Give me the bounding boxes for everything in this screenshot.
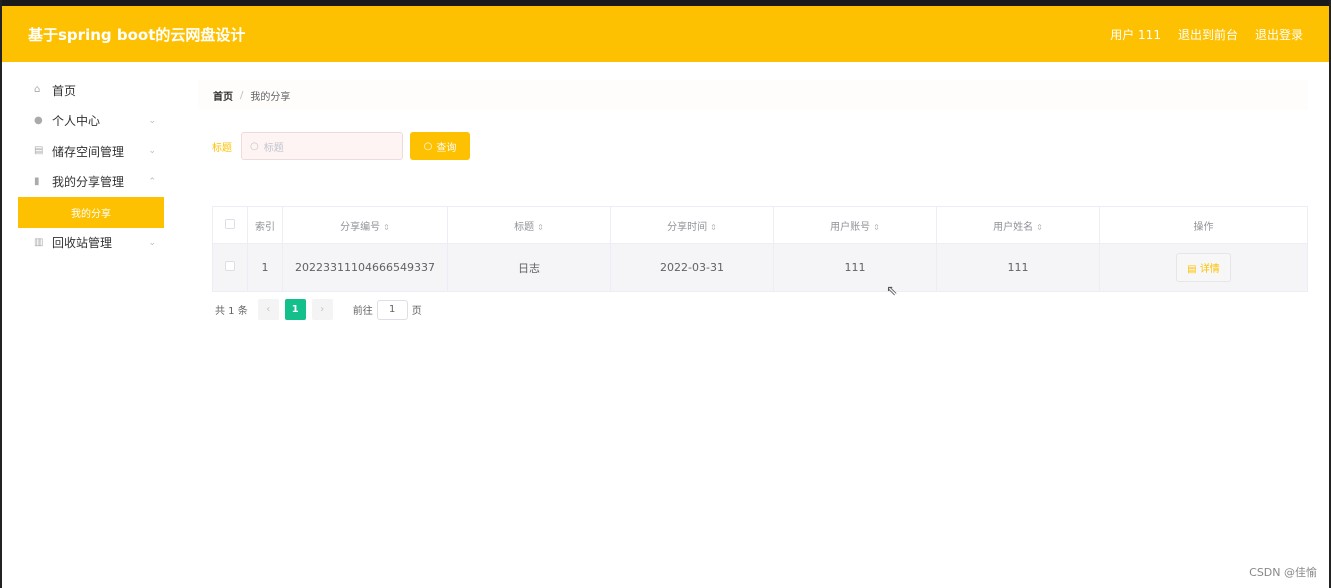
sort-icon[interactable]: ⇕ <box>710 223 717 232</box>
breadcrumb-home[interactable]: 首页 <box>213 88 233 103</box>
sidebar-item-label: 首页 <box>52 83 77 98</box>
total-count: 共 1 条 <box>215 306 248 317</box>
goto-label: 前往 <box>352 306 373 317</box>
col-label: 分享编号 <box>340 221 381 233</box>
prev-page-button[interactable]: ‹ <box>257 299 279 320</box>
row-checkbox[interactable] <box>225 261 235 271</box>
exit-to-front-link[interactable]: 退出到前台 <box>1178 26 1238 43</box>
cell-name: 111 <box>936 243 1100 292</box>
sidebar-item-storage[interactable]: ▤ 储存空间管理 ⌄ <box>18 136 164 167</box>
sort-icon[interactable]: ⇕ <box>537 223 544 232</box>
sidebar-item-profile[interactable]: ● 个人中心 ⌄ <box>18 106 164 137</box>
search-icon: ○ <box>250 140 259 152</box>
breadcrumb-current: 我的分享 <box>250 91 291 103</box>
col-label: 标题 <box>514 221 535 233</box>
row-select-cell <box>212 243 248 292</box>
sidebar-item-label: 回收站管理 <box>52 236 113 251</box>
table-row: 1 20223311104666549337 日志 2022-03-31 111… <box>212 243 1308 292</box>
sort-icon[interactable]: ⇕ <box>1036 223 1043 232</box>
col-title[interactable]: 标题 ⇕ <box>447 206 611 244</box>
share-table: 索引 分享编号 ⇕ 标题 ⇕ 分享时间 ⇕ 用户账号 ⇕ 用户姓名 ⇕ 操作 1 2022… <box>212 206 1308 292</box>
storage-icon: ▤ <box>34 145 44 157</box>
cell-share-no: 20223311104666549337 <box>282 243 448 292</box>
sort-icon[interactable]: ⇕ <box>873 223 880 232</box>
cell-actions: ▤ 详情 <box>1099 243 1308 292</box>
search-placeholder: 标题 <box>263 142 284 154</box>
chevron-up-icon: ⌃ <box>148 176 156 187</box>
breadcrumb: 首页 / 我的分享 <box>198 80 1308 110</box>
col-name[interactable]: 用户姓名 ⇕ <box>936 206 1100 244</box>
cell-account: 111 <box>773 243 937 292</box>
sidebar-item-home[interactable]: ⌂ 首页 <box>18 75 164 106</box>
query-button[interactable]: ○ 查询 <box>410 132 470 160</box>
search-bar: 标题 ○ 标题 ○ 查询 <box>212 132 470 160</box>
app-header: 基于spring boot的云网盘设计 用户 111 退出到前台 退出登录 <box>2 6 1329 62</box>
chevron-down-icon: ⌄ <box>148 237 156 248</box>
col-label: 用户账号 <box>830 221 871 233</box>
cell-index: 1 <box>247 243 283 292</box>
col-label: 用户姓名 <box>993 221 1034 233</box>
cell-title: 日志 <box>447 243 611 292</box>
home-icon: ⌂ <box>34 84 41 96</box>
col-share-no[interactable]: 分享编号 ⇕ <box>282 206 448 244</box>
sort-icon[interactable]: ⇕ <box>383 223 390 232</box>
title-label: 标题 <box>212 142 232 154</box>
detail-label: 详情 <box>1199 264 1220 275</box>
mouse-cursor-icon: ⇖ <box>886 283 898 299</box>
goto-page-input[interactable]: 1 <box>376 299 408 320</box>
app-title: 基于spring boot的云网盘设计 <box>28 25 246 44</box>
pagination: 共 1 条 ‹ 1 › 前往 1 页 <box>215 299 422 320</box>
title-search-input[interactable]: ○ 标题 <box>241 132 403 160</box>
sidebar-item-label: 储存空间管理 <box>52 144 125 159</box>
detail-button[interactable]: ▤ 详情 <box>1176 253 1231 282</box>
next-page-button[interactable]: › <box>311 299 333 320</box>
user-icon: ● <box>34 114 43 126</box>
chart-icon: ▮ <box>34 175 40 187</box>
current-user: 用户 111 <box>1110 27 1161 42</box>
sidebar-menu: ⌂ 首页 ● 个人中心 ⌄ ▤ 储存空间管理 ⌄ ▮ 我的分享管理 ⌃ 我的分享 ▥ 回收站管理… <box>18 75 164 258</box>
chevron-down-icon: ⌄ <box>148 115 156 126</box>
col-account[interactable]: 用户账号 ⇕ <box>773 206 937 244</box>
cell-share-time: 2022-03-31 <box>610 243 774 292</box>
chevron-down-icon: ⌄ <box>148 146 156 157</box>
page-suffix: 页 <box>411 306 422 317</box>
document-icon: ▤ <box>1187 264 1200 275</box>
select-all-cell <box>212 206 248 244</box>
search-icon: ○ <box>423 140 433 152</box>
sidebar-item-recycle[interactable]: ▥ 回收站管理 ⌄ <box>18 228 164 259</box>
col-actions: 操作 <box>1099 206 1308 244</box>
sidebar-item-share-mgmt[interactable]: ▮ 我的分享管理 ⌃ <box>18 167 164 198</box>
watermark: CSDN @佳愉 <box>1249 566 1317 579</box>
logout-link[interactable]: 退出登录 <box>1255 26 1303 43</box>
table-header-row: 索引 分享编号 ⇕ 标题 ⇕ 分享时间 ⇕ 用户账号 ⇕ 用户姓名 ⇕ 操作 <box>212 206 1308 244</box>
col-share-time[interactable]: 分享时间 ⇕ <box>610 206 774 244</box>
sidebar-item-label: 个人中心 <box>52 114 101 129</box>
page-1-button[interactable]: 1 <box>284 299 306 320</box>
sidebar-item-label: 我的分享管理 <box>52 175 125 190</box>
col-index: 索引 <box>247 206 283 244</box>
sidebar-item-my-share[interactable]: 我的分享 <box>18 197 164 228</box>
col-label: 分享时间 <box>667 221 708 233</box>
trash-icon: ▥ <box>34 236 44 248</box>
breadcrumb-separator: / <box>240 89 244 101</box>
select-all-checkbox[interactable] <box>225 218 235 229</box>
query-button-label: 查询 <box>436 142 457 154</box>
